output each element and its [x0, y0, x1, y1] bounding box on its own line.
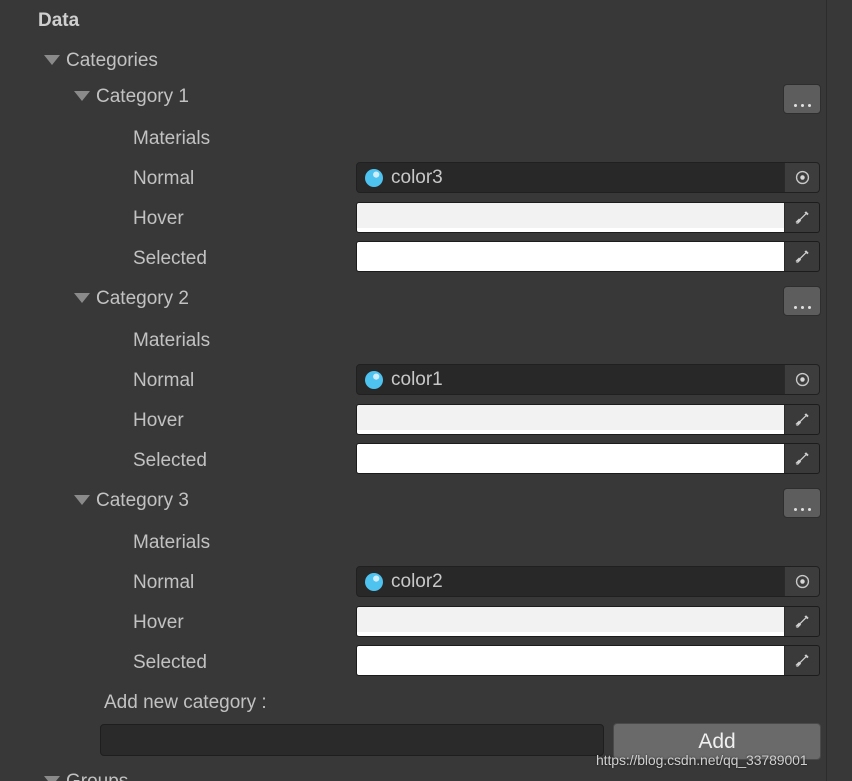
chevron-down-icon[interactable]: [74, 495, 90, 505]
new-category-input-wrapper[interactable]: [100, 724, 604, 756]
materials-label: Materials: [133, 329, 211, 351]
normal-object-value-area[interactable]: color3: [357, 163, 784, 192]
normal-label: Normal: [133, 167, 195, 189]
normal-label: Normal: [133, 369, 195, 391]
category-name-label: Category 1: [96, 85, 189, 107]
watermark-text: https://blog.csdn.net/qq_33789001: [596, 752, 808, 768]
selected-eyedropper-icon[interactable]: [784, 242, 819, 271]
dot-glyph: [793, 508, 797, 511]
hover-color-field[interactable]: [356, 404, 820, 435]
hover-color-swatch[interactable]: [357, 607, 784, 636]
hover-swatch-alpha: [357, 632, 784, 636]
panel-gutter: [827, 0, 852, 781]
new-category-input[interactable]: [101, 725, 603, 755]
category-2-menu-button[interactable]: [783, 286, 821, 316]
selected-color-field[interactable]: [356, 241, 820, 272]
normal-object-field[interactable]: color2: [356, 566, 820, 597]
object-select-target-icon[interactable]: [784, 567, 819, 596]
dot-glyph: [793, 104, 797, 107]
selected-swatch-rgb: [357, 646, 784, 671]
dot-glyph: [800, 104, 804, 107]
selected-swatch-alpha: [357, 469, 784, 473]
category-name-label: Category 2: [96, 287, 189, 309]
selected-color-field[interactable]: [356, 645, 820, 676]
hover-eyedropper-icon[interactable]: [784, 607, 819, 636]
material-sphere-icon: [364, 572, 384, 592]
object-select-target-icon[interactable]: [784, 365, 819, 394]
add-button-label: Add: [698, 730, 736, 753]
normal-object-value-area[interactable]: color2: [357, 567, 784, 596]
chevron-down-icon[interactable]: [74, 293, 90, 303]
selected-label: Selected: [133, 449, 207, 471]
foldout-category-1[interactable]: Category 1: [0, 76, 826, 116]
materials-sublabel-row: Materials: [0, 522, 826, 562]
dot-glyph: [807, 306, 811, 309]
materials-sublabel-row: Materials: [0, 118, 826, 158]
chevron-down-icon[interactable]: [74, 91, 90, 101]
hover-swatch-alpha: [357, 430, 784, 434]
foldout-categories-label: Categories: [66, 49, 158, 71]
hover-eyedropper-icon[interactable]: [784, 203, 819, 232]
hover-swatch-rgb: [357, 607, 784, 632]
material-sphere-icon: [364, 370, 384, 390]
hover-color-field[interactable]: [356, 606, 820, 637]
selected-color-swatch[interactable]: [357, 444, 784, 473]
hover-color-swatch[interactable]: [357, 405, 784, 434]
hover-color-field[interactable]: [356, 202, 820, 233]
dot-glyph: [800, 306, 804, 309]
hover-label: Hover: [133, 611, 184, 633]
chevron-down-icon[interactable]: [44, 776, 60, 781]
foldout-groups-label: Groups: [66, 770, 129, 781]
selected-color-swatch[interactable]: [357, 242, 784, 271]
material-sphere-icon: [364, 168, 384, 188]
selected-color-field[interactable]: [356, 443, 820, 474]
hover-swatch-alpha: [357, 228, 784, 232]
category-3-menu-button[interactable]: [783, 488, 821, 518]
hover-label: Hover: [133, 207, 184, 229]
selected-swatch-alpha: [357, 671, 784, 675]
foldout-groups[interactable]: Groups: [0, 766, 826, 781]
selected-swatch-alpha: [357, 267, 784, 271]
hover-swatch-rgb: [357, 405, 784, 430]
hover-swatch-rgb: [357, 203, 784, 228]
selected-swatch-rgb: [357, 444, 784, 469]
normal-label: Normal: [133, 571, 195, 593]
normal-object-field[interactable]: color3: [356, 162, 820, 193]
normal-object-value-area[interactable]: color1: [357, 365, 784, 394]
hover-color-swatch[interactable]: [357, 203, 784, 232]
inspector-panel: Data Categories Category 1 Materials Nor…: [0, 0, 852, 781]
selected-label: Selected: [133, 247, 207, 269]
page-title: Data: [38, 9, 80, 31]
normal-object-field[interactable]: color1: [356, 364, 820, 395]
category-name-label: Category 3: [96, 489, 189, 511]
data-header-row: Data: [0, 0, 826, 40]
selected-swatch-rgb: [357, 242, 784, 267]
selected-label: Selected: [133, 651, 207, 673]
foldout-categories[interactable]: Categories: [0, 40, 826, 80]
dot-glyph: [793, 306, 797, 309]
normal-object-name: color2: [391, 572, 443, 591]
hover-eyedropper-icon[interactable]: [784, 405, 819, 434]
dot-glyph: [807, 508, 811, 511]
foldout-category-2[interactable]: Category 2: [0, 278, 826, 318]
dot-glyph: [800, 508, 804, 511]
selected-color-swatch[interactable]: [357, 646, 784, 675]
add-category-prompt: Add new category :: [104, 691, 267, 713]
selected-eyedropper-icon[interactable]: [784, 646, 819, 675]
chevron-down-icon[interactable]: [44, 55, 60, 65]
normal-object-name: color3: [391, 168, 443, 187]
hover-label: Hover: [133, 409, 184, 431]
selected-eyedropper-icon[interactable]: [784, 444, 819, 473]
add-category-prompt-row: Add new category :: [0, 682, 826, 722]
normal-object-name: color1: [391, 370, 443, 389]
materials-label: Materials: [133, 531, 211, 553]
materials-label: Materials: [133, 127, 211, 149]
materials-sublabel-row: Materials: [0, 320, 826, 360]
foldout-category-3[interactable]: Category 3: [0, 480, 826, 520]
object-select-target-icon[interactable]: [784, 163, 819, 192]
category-1-menu-button[interactable]: [783, 84, 821, 114]
dot-glyph: [807, 104, 811, 107]
